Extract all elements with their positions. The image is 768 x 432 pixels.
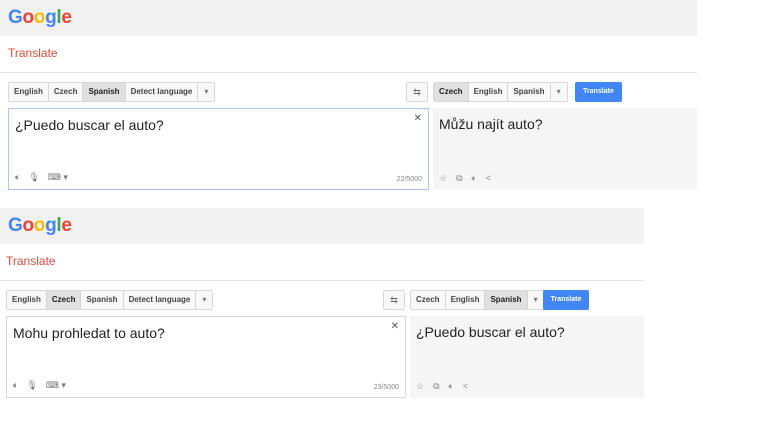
source-lang-detect[interactable]: Detect language (126, 83, 199, 101)
close-icon[interactable]: ✕ (414, 113, 422, 124)
char-count: 23/5000 (373, 384, 399, 391)
source-lang-czech[interactable]: Czech (49, 83, 84, 101)
output-text-box: Můžu najít auto? ☆ ⧉ 🔈︎ < (433, 108, 697, 190)
swap-icon[interactable]: ⇆ (383, 290, 405, 310)
target-lang-czech[interactable]: Czech (411, 291, 446, 309)
source-language-bar: English Czech Spanish Detect language ▾ (6, 290, 214, 310)
source-text-box[interactable]: ¿Puedo buscar el auto? ✕ 🔈︎ 🎙︎ ⌨︎ ▾ 22/5… (8, 108, 429, 190)
output-text: Můžu najít auto? (439, 116, 543, 132)
share-icon[interactable]: < (463, 381, 468, 392)
target-language-bar: Czech English Spanish ▾ (410, 290, 545, 310)
header-bar (0, 208, 644, 244)
chevron-down-icon[interactable]: ▾ (551, 83, 567, 101)
target-lang-czech[interactable]: Czech (434, 83, 469, 101)
output-tools: ☆ ⧉ 🔈︎ < (439, 173, 491, 184)
share-icon[interactable]: < (486, 173, 491, 184)
output-text-box: ¿Puedo buscar el auto? ☆ ⧉ 🔈︎ < (410, 316, 644, 398)
star-icon[interactable]: ☆ (439, 173, 447, 184)
copy-icon[interactable]: ⧉ (456, 173, 462, 184)
source-tools: 🔈︎ 🎙︎ ⌨︎ ▾ (15, 172, 68, 183)
speaker-icon[interactable]: 🔈︎ (472, 173, 477, 184)
microphone-icon[interactable]: 🎙︎ (26, 380, 37, 391)
target-lang-english[interactable]: English (469, 83, 509, 101)
keyboard-icon[interactable]: ⌨︎ ▾ (48, 172, 68, 183)
google-logo[interactable]: Google (8, 215, 72, 237)
speaker-icon[interactable]: 🔈︎ (449, 381, 454, 392)
source-lang-detect[interactable]: Detect language (124, 291, 197, 309)
divider (0, 72, 697, 73)
source-text[interactable]: Mohu prohledat to auto? (13, 325, 165, 341)
divider (0, 280, 644, 281)
source-tools: 🔈︎ 🎙︎ ⌨︎ ▾ (13, 380, 66, 391)
chevron-down-icon[interactable]: ▾ (528, 291, 544, 309)
translate-button[interactable]: Translate (543, 290, 589, 310)
speaker-icon[interactable]: 🔈︎ (13, 380, 18, 391)
microphone-icon[interactable]: 🎙︎ (28, 172, 39, 183)
char-count: 22/5000 (396, 176, 422, 183)
target-language-bar: Czech English Spanish ▾ (433, 82, 568, 102)
source-lang-spanish[interactable]: Spanish (83, 83, 126, 101)
source-lang-english[interactable]: English (7, 291, 47, 309)
page-title: Translate (8, 46, 58, 60)
source-text[interactable]: ¿Puedo buscar el auto? (15, 117, 164, 133)
chevron-down-icon[interactable]: ▾ (196, 291, 212, 309)
source-lang-english[interactable]: English (9, 83, 49, 101)
google-logo[interactable]: Google (8, 7, 72, 29)
output-text: ¿Puedo buscar el auto? (416, 324, 565, 340)
translate-button[interactable]: Translate (575, 82, 622, 102)
output-tools: ☆ ⧉ 🔈︎ < (416, 381, 468, 392)
translate-panel-2: Google Translate English Czech Spanish D… (0, 208, 644, 408)
source-text-box[interactable]: Mohu prohledat to auto? ✕ 🔈︎ 🎙︎ ⌨︎ ▾ 23/… (6, 316, 406, 398)
translate-panel-1: Google Translate English Czech Spanish D… (0, 0, 697, 200)
copy-icon[interactable]: ⧉ (433, 381, 439, 392)
source-lang-spanish[interactable]: Spanish (81, 291, 124, 309)
chevron-down-icon[interactable]: ▾ (198, 83, 214, 101)
keyboard-icon[interactable]: ⌨︎ ▾ (46, 380, 66, 391)
swap-icon[interactable]: ⇆ (406, 82, 428, 102)
target-lang-english[interactable]: English (446, 291, 486, 309)
target-lang-spanish[interactable]: Spanish (485, 291, 528, 309)
star-icon[interactable]: ☆ (416, 381, 424, 392)
source-language-bar: English Czech Spanish Detect language ▾ (8, 82, 216, 102)
speaker-icon[interactable]: 🔈︎ (15, 172, 20, 183)
header-bar (0, 0, 697, 36)
target-lang-spanish[interactable]: Spanish (508, 83, 551, 101)
source-lang-czech[interactable]: Czech (46, 291, 82, 309)
page-title: Translate (6, 254, 56, 268)
close-icon[interactable]: ✕ (391, 321, 399, 332)
